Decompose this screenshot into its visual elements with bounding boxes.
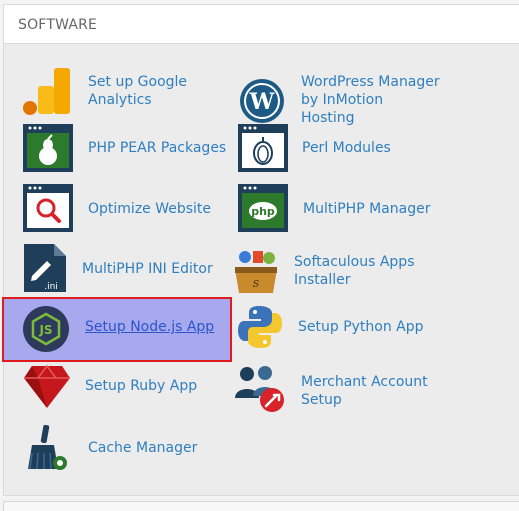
multiphp-ini-editor-link[interactable]: .ini MultiPHP INI Editor [22,243,222,295]
optimize-website-link[interactable]: Optimize Website [22,183,222,235]
setup-python-label: Setup Python App [298,319,424,335]
perl-onion-icon [237,123,289,177]
setup-python-app-link[interactable]: Setup Python App [236,303,436,353]
multiphp-manager-link[interactable]: php MultiPHP Manager [237,183,447,235]
wordpress-icon: W [238,77,286,129]
svg-text:W: W [249,89,275,115]
setup-google-analytics-link[interactable]: Set up Google Analytics [22,66,212,118]
svg-text:JS: JS [38,323,52,337]
merchant-account-label: Merchant Account Setup [301,374,428,408]
cache-manager-link[interactable]: Cache Manager [22,423,222,473]
cache-manager-label: Cache Manager [88,440,198,456]
softaculous-apps-installer-link[interactable]: s Softaculous Apps Installer [231,247,431,297]
multiphp-manager-label: MultiPHP Manager [303,201,431,217]
nodejs-icon: JS [22,305,70,357]
ruby-gem-icon [22,362,72,414]
php-pear-icon [22,123,74,177]
softaculous-box-icon: s [231,247,281,299]
software-panel-header: SOFTWARE [4,5,519,44]
softaculous-label: Softaculous Apps Installer [294,254,415,288]
setup-ruby-app-link[interactable]: Setup Ruby App [22,362,222,412]
wordpress-manager-label: WordPress Manager by InMotion Hosting [301,74,440,126]
php-pear-label: PHP PEAR Packages [88,140,227,156]
setup-ruby-label: Setup Ruby App [85,378,198,394]
perl-modules-label: Perl Modules [302,140,391,156]
google-analytics-label: Set up Google Analytics [88,74,188,108]
merchant-account-setup-link[interactable]: Merchant Account Setup [235,362,445,418]
svg-text:.ini: .ini [44,282,58,292]
python-icon [236,303,284,355]
magnifier-icon [22,183,74,237]
wordpress-manager-link[interactable]: W WordPress Manager by InMotion Hosting [238,72,458,128]
google-analytics-icon [22,66,74,120]
setup-nodejs-app-link[interactable]: JS Setup Node.js App [22,305,227,355]
optimize-website-label: Optimize Website [88,201,212,217]
broom-gear-icon [22,423,72,477]
ini-file-pencil-icon: .ini [22,243,68,297]
perl-modules-link[interactable]: Perl Modules [237,123,437,175]
php-window-icon: php [237,183,289,237]
merchant-users-icon [235,362,287,418]
svg-text:php: php [251,205,275,218]
svg-text:s: s [253,276,260,291]
setup-nodejs-label: Setup Node.js App [85,319,215,335]
php-pear-packages-link[interactable]: PHP PEAR Packages [22,123,232,175]
next-panel-edge [3,501,519,511]
section-title: SOFTWARE [18,17,98,33]
multiphp-ini-editor-label: MultiPHP INI Editor [82,261,213,277]
